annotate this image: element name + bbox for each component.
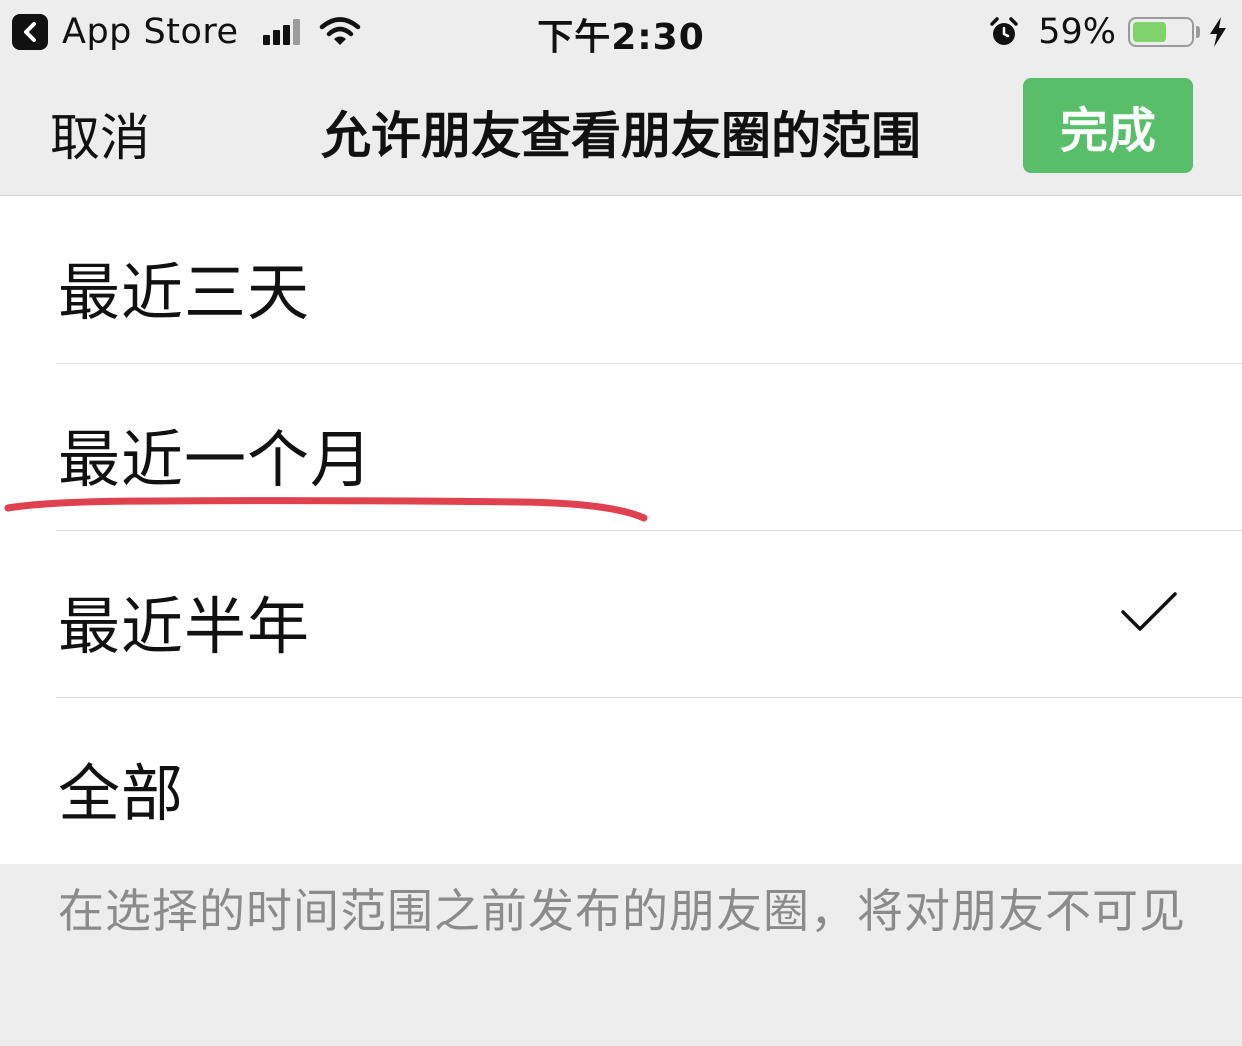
done-button[interactable]: 完成 [1023, 78, 1193, 173]
lightning-bolt-icon [1210, 17, 1226, 47]
option-label: 全部 [58, 757, 185, 830]
chevron-left-icon [12, 14, 48, 50]
signal-bars-icon [262, 19, 303, 45]
nav-bar: 取消 允许朋友查看朋友圈的范围 完成 [0, 64, 1242, 196]
option-label: 最近一个月 [58, 423, 374, 496]
battery-icon [1128, 17, 1194, 47]
back-to-app[interactable]: App Store [12, 12, 361, 52]
wifi-icon [319, 17, 360, 45]
option-last-three-days[interactable]: 最近三天 [0, 196, 1242, 363]
footnote-text: 在选择的时间范围之前发布的朋友圈，将对朋友不可见 [58, 884, 1186, 938]
battery-level-fill [1133, 22, 1167, 42]
alarm-clock-icon [990, 17, 1018, 45]
option-all[interactable]: 全部 [0, 697, 1242, 864]
status-right: 59% [988, 12, 1228, 52]
option-last-month[interactable]: 最近一个月 [0, 363, 1242, 530]
battery-percent: 59% [1038, 12, 1116, 52]
option-label: 最近三天 [58, 256, 311, 329]
option-last-half-year[interactable]: 最近半年 [0, 530, 1242, 697]
cancel-button[interactable]: 取消 [50, 98, 150, 170]
back-app-label: App Store [62, 12, 239, 52]
checkmark-icon [1121, 592, 1177, 631]
option-label: 最近半年 [58, 590, 311, 663]
status-bar: App Store 下午2:30 59% [0, 0, 1242, 64]
range-option-list: 最近三天 最近一个月 最近半年 全部 [0, 196, 1242, 864]
battery-nub [1196, 26, 1200, 38]
